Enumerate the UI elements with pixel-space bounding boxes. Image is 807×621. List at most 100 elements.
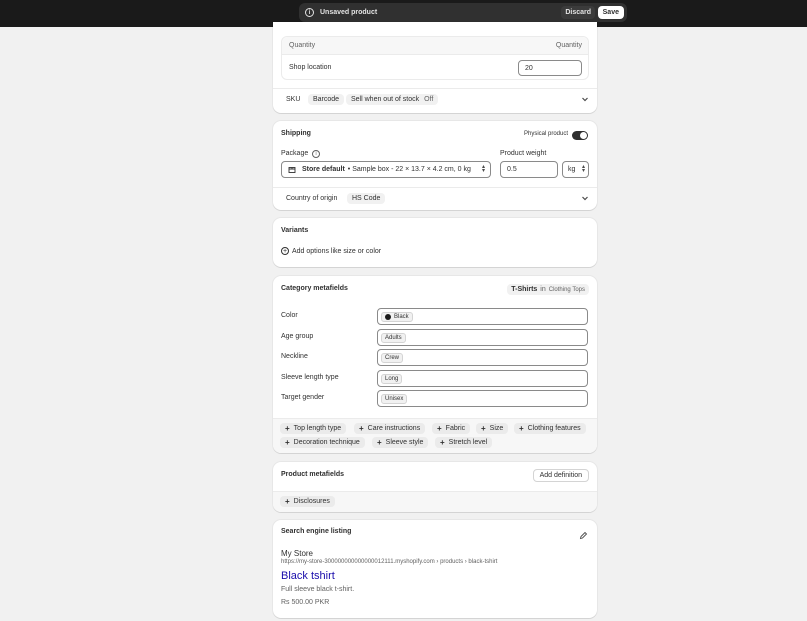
category-name: T-Shirts <box>511 286 538 293</box>
plus-icon: + <box>285 424 290 433</box>
inventory-card: Quantity Quantity Shop location 20 SKU B… <box>273 22 597 113</box>
seo-url: https://my-store-300000000000000012111.m… <box>281 559 498 565</box>
add-decoration-technique-button[interactable]: + Decoration technique <box>280 437 365 448</box>
shipping-title: Shipping <box>281 130 311 137</box>
add-size-button[interactable]: + Size <box>476 423 509 434</box>
add-button-label: Fabric <box>445 425 466 432</box>
plus-icon: + <box>437 424 442 433</box>
seo-description: Full sleeve black t-shirt. <box>281 586 355 593</box>
quantity-column-header-left: Quantity <box>289 42 316 49</box>
category-badge: T-Shirts in Clothing Tops <box>507 284 589 295</box>
package-default-name: Store default <box>302 166 345 173</box>
metafield-row-sleeve-length-type: Sleeve length type Long <box>281 370 589 387</box>
plus-icon: + <box>285 497 290 506</box>
package-select[interactable]: Store default • Sample box - 22 × 13.7 ×… <box>281 161 491 178</box>
variants-title: Variants <box>281 227 309 234</box>
add-button-label: Disclosures <box>293 498 330 505</box>
inventory-table: Quantity Quantity Shop location 20 <box>281 36 589 80</box>
plus-icon: + <box>519 424 524 433</box>
add-options-label: Add options like size or color <box>292 247 382 255</box>
inventory-table-header <box>282 37 588 55</box>
weight-unit-value: kg <box>568 166 576 173</box>
product-metafields-title: Product metafields <box>281 471 345 478</box>
color-swatch <box>385 313 391 320</box>
plus-icon: + <box>359 424 364 433</box>
product-weight-label: Product weight <box>500 150 547 157</box>
sleeve-length-type-value: Long <box>381 373 403 384</box>
add-options-button[interactable]: + Add options like size or color <box>281 247 381 255</box>
add-button-label: Care instructions <box>367 425 421 432</box>
target-gender-value: Unisex <box>381 393 408 404</box>
plus-icon: + <box>285 438 290 447</box>
unsaved-title: Unsaved product <box>320 9 378 16</box>
hs-code-toggle[interactable]: HS Code <box>347 193 386 204</box>
shipping-card: Shipping Physical product Package i Stor… <box>273 121 597 210</box>
color-field[interactable]: Black <box>377 308 588 325</box>
discard-button[interactable]: Discard <box>561 6 595 19</box>
add-stretch-level-button[interactable]: + Stretch level <box>435 437 493 448</box>
metafield-row-target-gender: Target gender Unisex <box>281 390 589 407</box>
sell-out-of-stock-toggle[interactable]: Sell when out of stock Off <box>346 94 439 105</box>
metafield-label: Color <box>281 312 298 319</box>
seo-store-name: My Store <box>281 549 314 558</box>
sleeve-length-type-field[interactable]: Long <box>377 370 588 387</box>
weight-unit-select[interactable]: kg ▴ ▾ <box>562 161 589 178</box>
neckline-field[interactable]: Crew <box>377 349 588 366</box>
add-button-label: Size <box>489 425 504 432</box>
add-care-instructions-button[interactable]: + Care instructions <box>354 423 426 434</box>
select-arrows-icon: ▴ ▾ <box>581 164 585 174</box>
category-in: in <box>540 286 546 293</box>
edit-pencil-icon[interactable] <box>577 529 589 541</box>
add-sleeve-style-button[interactable]: + Sleeve style <box>372 437 429 448</box>
package-label: Package <box>281 150 309 157</box>
shop-location-label: Shop location <box>289 64 332 71</box>
category-path: Clothing Tops <box>548 286 585 293</box>
add-fabric-button[interactable]: + Fabric <box>432 423 471 434</box>
add-button-label: Top length type <box>293 425 342 432</box>
chevron-down-icon[interactable] <box>580 94 590 104</box>
select-arrows-icon: ▴ ▾ <box>481 164 485 174</box>
age-group-field[interactable]: Adults <box>377 329 588 346</box>
chevron-down-icon[interactable] <box>580 193 590 203</box>
product-weight-input[interactable]: 0.5 <box>500 161 558 178</box>
add-clothing-features-button[interactable]: + Clothing features <box>514 423 586 434</box>
metafield-label: Sleeve length type <box>281 374 339 381</box>
color-value: Black <box>394 313 409 320</box>
physical-product-label: Physical product <box>524 131 569 137</box>
add-button-label: Sleeve style <box>385 439 424 446</box>
metafield-label: Target gender <box>281 394 325 401</box>
plus-circle-icon: + <box>281 247 289 255</box>
add-disclosures-button[interactable]: + Disclosures <box>280 496 335 507</box>
seo-price: Rs 500.00 PKR <box>281 599 330 606</box>
metafield-row-age-group: Age group Adults <box>281 329 589 346</box>
quantity-column-header-right: Quantity <box>555 42 582 49</box>
add-button-label: Stretch level <box>448 439 488 446</box>
divider <box>273 88 597 89</box>
package-icon <box>288 166 296 173</box>
add-button-label: Decoration technique <box>293 439 360 446</box>
save-button[interactable]: Save <box>597 6 624 19</box>
add-top-length-type-button[interactable]: + Top length type <box>280 423 347 434</box>
plus-icon: + <box>377 438 382 447</box>
variants-card: Variants + Add options like size or colo… <box>273 218 597 267</box>
quantity-input[interactable]: 20 <box>518 60 582 76</box>
metafield-label: Neckline <box>281 353 308 360</box>
add-definition-button[interactable]: Add definition <box>532 469 589 482</box>
metafield-row-neckline: Neckline Crew <box>281 349 589 366</box>
info-icon[interactable]: i <box>312 150 320 158</box>
product-metafields-card: Product metafields Add definition + Discl… <box>273 462 597 512</box>
country-of-origin-toggle[interactable]: Country of origin <box>282 193 341 204</box>
search-engine-listing-title: Search engine listing <box>281 528 352 535</box>
target-gender-field[interactable]: Unisex <box>377 390 588 407</box>
seo-page-title: Black tshirt <box>281 570 335 582</box>
info-icon: i <box>305 8 314 17</box>
barcode-toggle[interactable]: Barcode <box>308 94 345 105</box>
metafield-row-color: Color Black <box>281 308 589 325</box>
age-group-value: Adults <box>381 332 406 343</box>
sku-toggle[interactable]: SKU <box>282 94 304 105</box>
category-metafields-title: Category metafields <box>281 285 348 292</box>
physical-product-toggle[interactable] <box>572 131 588 140</box>
search-engine-listing-card: Search engine listing My Store https://m… <box>273 520 597 618</box>
plus-icon: + <box>440 438 445 447</box>
sell-out-of-stock-value: Off <box>424 96 434 103</box>
